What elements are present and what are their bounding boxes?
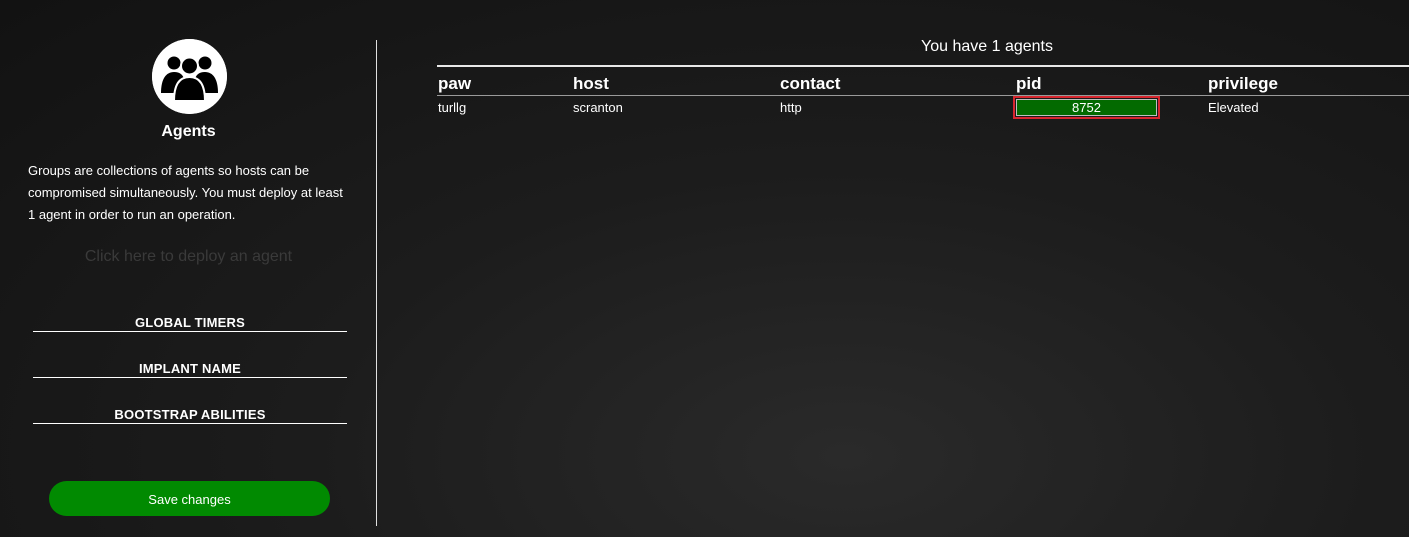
agents-sidebar: Agents Groups are collections of agents … [0,0,377,537]
column-header-contact[interactable]: contact [780,74,840,94]
sidebar-description: Groups are collections of agents so host… [28,163,343,222]
column-header-privilege[interactable]: privilege [1208,74,1278,94]
implant-name-section[interactable]: IMPLANT NAME [33,361,347,378]
agent-contact-cell: http [780,100,802,115]
bootstrap-abilities-section[interactable]: BOOTSTRAP ABILITIES [33,407,347,424]
agents-main-panel: You have 1 agents paw host contact pid p… [437,0,1409,537]
global-timers-section[interactable]: GLOBAL TIMERS [33,315,347,332]
pid-selection-outline: 8752 [1013,96,1160,119]
agent-pid-button[interactable]: 8752 [1016,99,1157,116]
table-divider [437,65,1409,67]
column-header-paw[interactable]: paw [438,74,471,94]
deploy-agent-link[interactable]: Click here to deploy an agent [0,248,377,266]
agents-table-header: paw host contact pid privilege [437,74,1409,96]
column-header-host[interactable]: host [573,74,609,94]
panel-divider [376,40,377,526]
sidebar-title: Agents [161,123,216,140]
column-header-pid[interactable]: pid [1016,74,1042,94]
table-row[interactable]: turllg scranton http 8752 Elevated [437,96,1409,120]
agent-privilege-cell: Elevated [1208,100,1259,115]
agent-paw-cell[interactable]: turllg [438,100,466,115]
save-changes-button[interactable]: Save changes [49,481,330,516]
users-group-icon [152,39,227,114]
agent-host-cell: scranton [573,100,623,115]
agent-count-heading: You have 1 agents [921,38,1053,55]
